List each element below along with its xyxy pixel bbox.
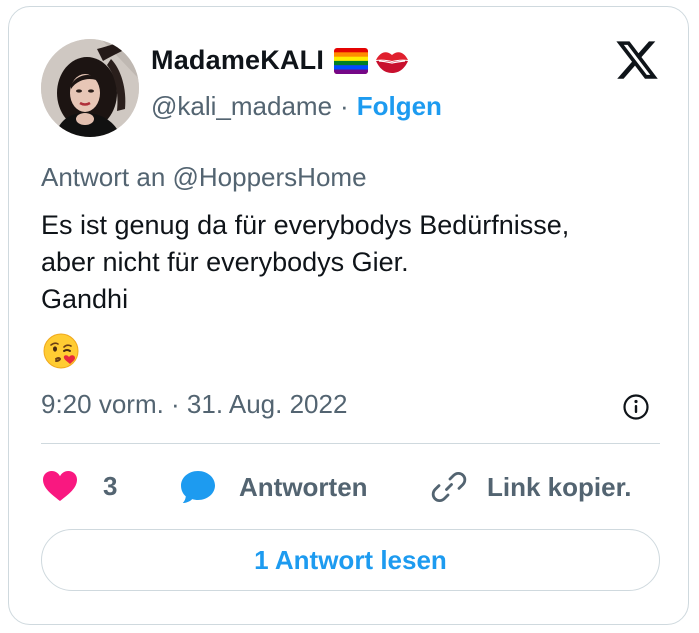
info-icon[interactable] — [622, 393, 650, 421]
copy-link-label: Link kopier. — [487, 471, 632, 502]
kiss-mark-icon — [376, 51, 409, 73]
tweet-text-line: Es ist genug da für everybodys Bedürfnis… — [41, 210, 570, 240]
follow-button[interactable]: Folgen — [357, 91, 442, 122]
reply-button[interactable]: Antworten — [179, 469, 368, 505]
avatar[interactable] — [41, 39, 139, 137]
tweet-text-line: Gandhi — [41, 284, 129, 314]
winking-kiss-emoji-icon — [43, 333, 79, 369]
name-row: MadameKALI — [151, 45, 410, 76]
copy-link-button[interactable]: Link kopier. — [431, 469, 632, 505]
handle-row: @kali_madame · Folgen — [151, 91, 442, 122]
tweet-text-line: aber nicht für everybodys Gier. — [41, 247, 409, 277]
tweet-timestamp[interactable]: 9:20 vorm. · 31. Aug. 2022 — [41, 389, 347, 420]
tweet-text: Es ist genug da für everybodys Bedürfnis… — [41, 207, 569, 318]
reply-bubble-icon — [181, 471, 215, 503]
display-name[interactable]: MadameKALI — [151, 45, 324, 76]
rainbow-flag-icon — [334, 47, 369, 74]
read-replies-button[interactable]: 1 Antwort lesen — [41, 529, 660, 591]
separator-dot: · — [340, 91, 349, 121]
reply-to-text[interactable]: Antwort an @HoppersHome — [41, 162, 367, 193]
divider — [41, 443, 660, 444]
like-count: 3 — [103, 470, 118, 501]
link-icon — [431, 471, 467, 503]
user-handle[interactable]: @kali_madame — [151, 91, 332, 122]
reply-label: Antworten — [239, 471, 368, 502]
tweet-card: MadameKALI @kali_madame · Folgen Antwort… — [8, 6, 689, 625]
heart-icon — [43, 471, 77, 501]
x-logo-icon[interactable] — [614, 37, 660, 83]
like-button[interactable]: 3 — [41, 469, 117, 503]
